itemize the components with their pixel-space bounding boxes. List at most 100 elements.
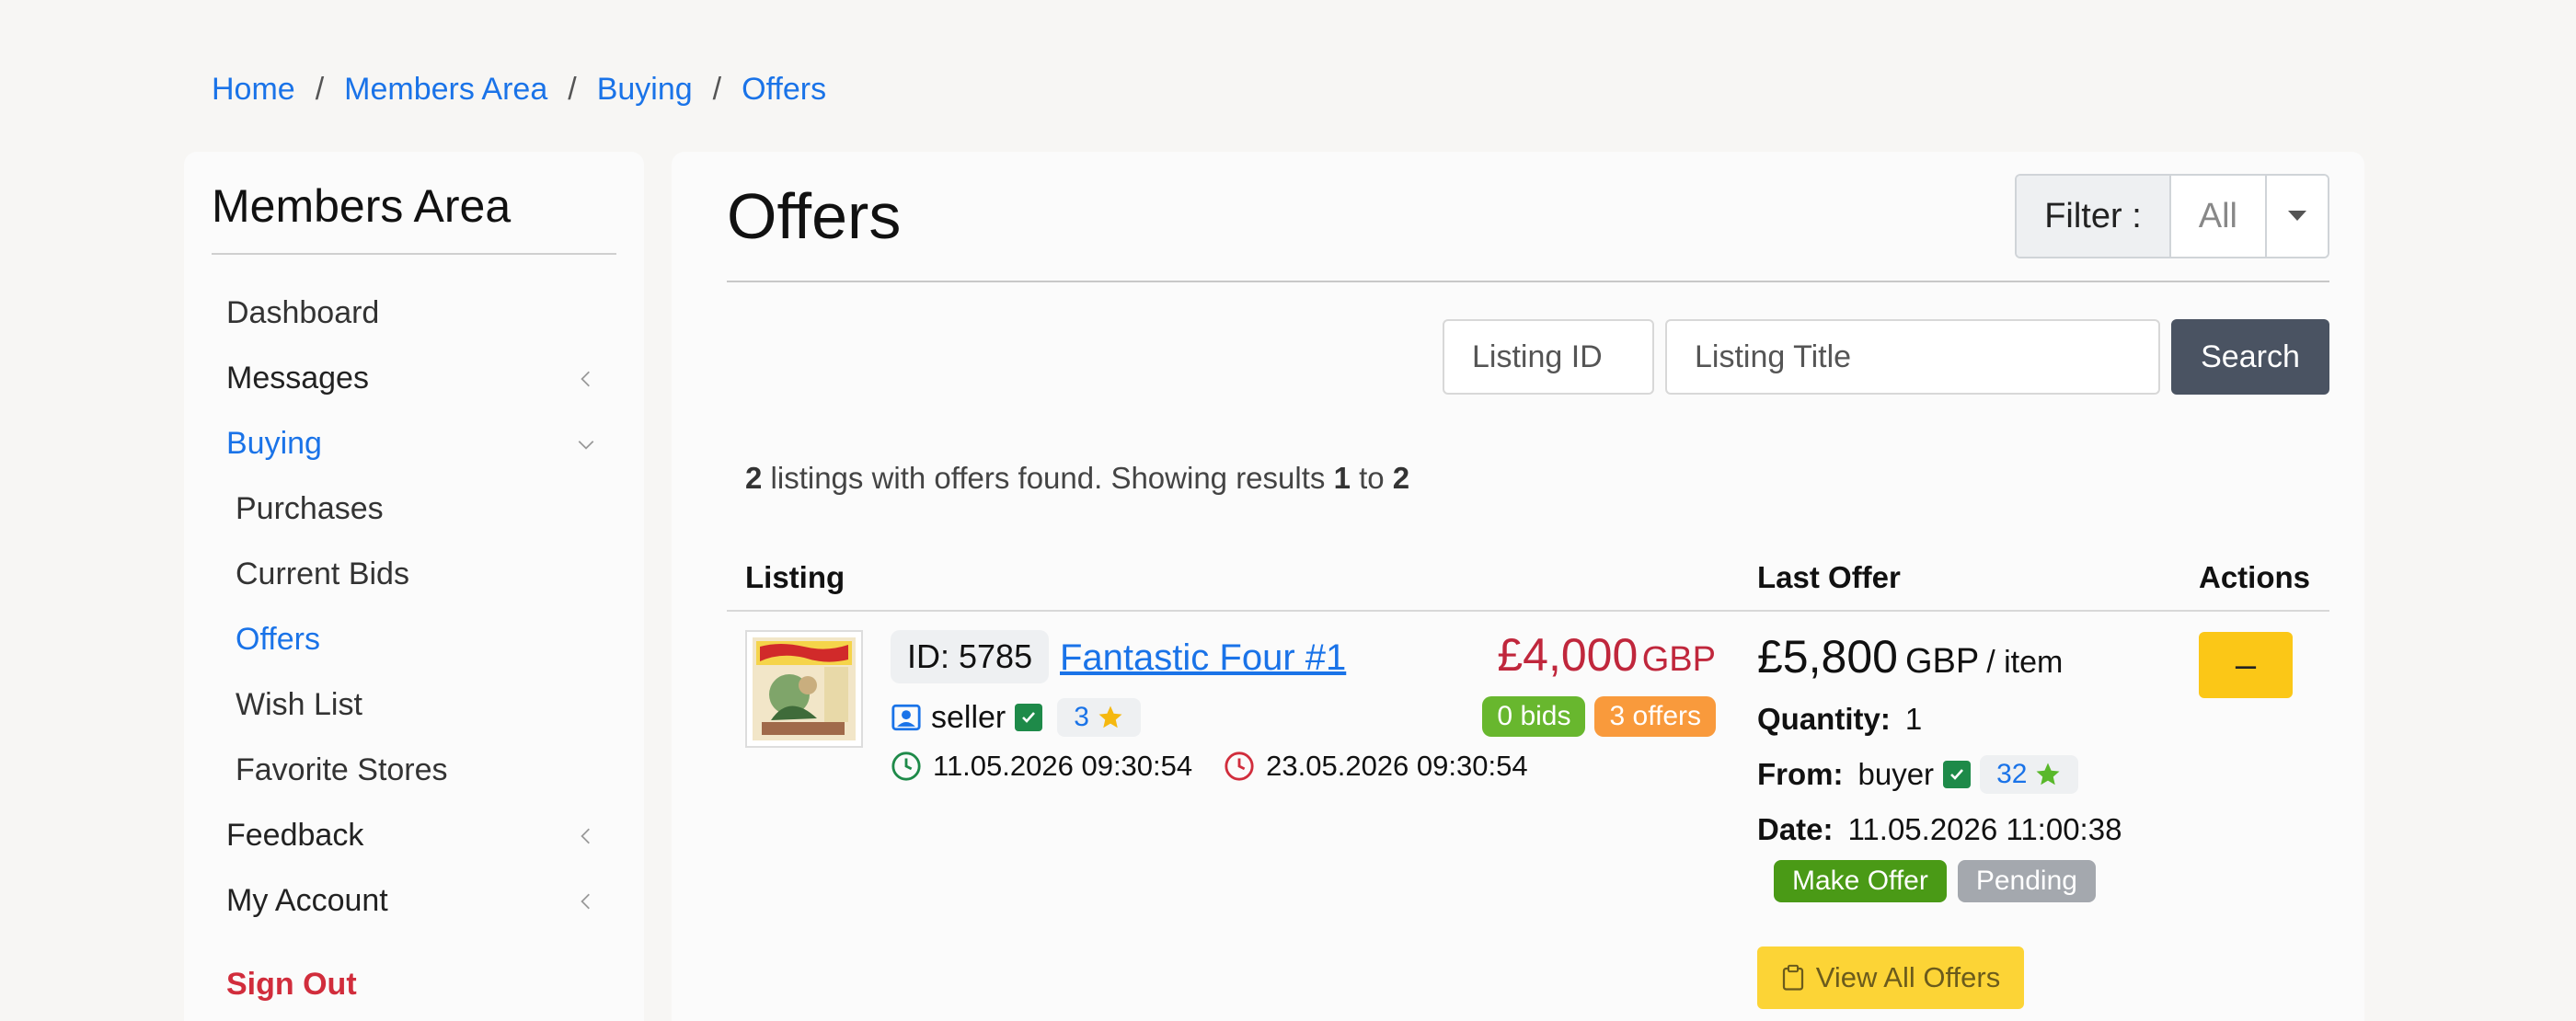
results-summary: 2 listings with offers found. Showing re…	[745, 461, 2329, 496]
listing-id-badge: ID: 5785	[891, 630, 1050, 683]
sidebar-item-feedback[interactable]: Feedback	[212, 803, 616, 868]
sidebar-item-sign-out[interactable]: Sign Out	[212, 952, 616, 1017]
breadcrumb-offers[interactable]: Offers	[742, 72, 826, 108]
offer-status-tags: Make Offer Pending	[1774, 860, 2122, 902]
sidebar-item-label: Feedback	[226, 818, 364, 853]
end-date: 23.05.2026 09:30:54	[1224, 750, 1528, 783]
filter-dropdown[interactable]: Filter : All	[2015, 174, 2329, 258]
offer-per-item: / item	[1986, 645, 2064, 680]
results-from: 1	[1333, 461, 1351, 495]
filter-value[interactable]: All	[2170, 176, 2267, 257]
table-header: Listing Last Offer Actions	[727, 560, 2329, 612]
listing-dates: 11.05.2026 09:30:54 23.05.2026 09:30:54	[891, 750, 1559, 783]
clipboard-icon	[1782, 964, 1803, 991]
column-header-last-offer: Last Offer	[1757, 560, 1901, 594]
breadcrumb-home[interactable]: Home	[212, 72, 295, 108]
seller-rating-badge[interactable]: 3	[1057, 698, 1141, 737]
sidebar-item-label: Buying	[226, 426, 322, 461]
offer-from: From: buyer 32	[1757, 755, 2122, 794]
breadcrumb-separator: /	[712, 72, 722, 107]
make-offer-badge: Make Offer	[1774, 860, 1947, 902]
results-text: to	[1350, 461, 1393, 495]
sidebar-item-label: Current Bids	[236, 556, 409, 591]
date-label: Date:	[1757, 812, 1834, 846]
buyer-rating-value: 32	[1996, 759, 2028, 789]
sidebar-item-label: Wish List	[236, 687, 362, 722]
comic-cover-image	[753, 637, 856, 740]
sidebar-title: Members Area	[212, 179, 616, 255]
offers-badge: 3 offers	[1594, 696, 1716, 737]
star-icon	[1098, 706, 1122, 728]
results-text: listings with offers found. Showing resu…	[762, 461, 1334, 495]
price-amount: £4,000	[1497, 629, 1639, 681]
sidebar-item-wish-list[interactable]: Wish List	[212, 672, 616, 738]
last-offer-cell: £5,800 GBP / item Quantity: 1 From: buye…	[1757, 630, 2122, 1009]
table-row: ID: 5785 Fantastic Four #1 £4,000 GBP se…	[727, 612, 2329, 1009]
buyer-name[interactable]: buyer	[1858, 757, 1935, 792]
star-icon	[2036, 763, 2060, 786]
chevron-left-icon	[581, 893, 590, 909]
sidebar-item-offers[interactable]: Offers	[212, 607, 616, 672]
offer-quantity: Quantity: 1	[1757, 702, 2122, 737]
sidebar: Members Area Dashboard Messages Buying P…	[184, 152, 644, 1021]
results-count: 2	[745, 461, 763, 495]
breadcrumb-buying[interactable]: Buying	[597, 72, 693, 108]
clock-start-icon	[891, 751, 921, 781]
offer-price: £5,800 GBP / item	[1757, 630, 2122, 683]
sidebar-item-current-bids[interactable]: Current Bids	[212, 542, 616, 607]
sidebar-item-buying[interactable]: Buying	[212, 411, 616, 476]
seller-line: seller 3	[891, 698, 1141, 737]
sidebar-item-purchases[interactable]: Purchases	[212, 476, 616, 542]
pending-badge: Pending	[1957, 860, 2096, 902]
user-icon	[891, 704, 921, 731]
end-date-value: 23.05.2026 09:30:54	[1266, 750, 1528, 782]
offer-amount: £5,800	[1757, 631, 1898, 683]
view-all-offers-button[interactable]: View All Offers	[1757, 946, 2024, 1009]
listing-pills: 0 bids 3 offers	[1458, 696, 1716, 737]
search-button[interactable]: Search	[2171, 319, 2329, 395]
quantity-value: 1	[1904, 702, 1923, 736]
chevron-left-icon	[581, 828, 590, 843]
sidebar-item-my-account[interactable]: My Account	[212, 868, 616, 934]
collapse-action-button[interactable]: –	[2199, 632, 2293, 698]
listing-thumbnail[interactable]	[745, 630, 863, 748]
main-panel: Offers Filter : All Search 2 listings wi…	[672, 152, 2364, 1021]
offer-currency: GBP	[1904, 642, 1980, 681]
filter-toggle-button[interactable]	[2267, 176, 2328, 257]
view-all-offers-label: View All Offers	[1815, 961, 2001, 993]
breadcrumb: Home / Members Area / Buying / Offers	[212, 72, 826, 108]
offer-date-value: 11.05.2026 11:00:38	[1847, 812, 2122, 846]
quantity-label: Quantity:	[1757, 702, 1891, 736]
buyer-rating-badge[interactable]: 32	[1980, 755, 2079, 794]
sidebar-item-label: Dashboard	[226, 295, 380, 330]
listing-title-input[interactable]	[1665, 319, 2160, 395]
title-row: Offers Filter : All	[727, 152, 2329, 282]
offer-date: Date: 11.05.2026 11:00:38	[1757, 812, 2122, 847]
search-row: Search	[727, 319, 2329, 395]
start-date: 11.05.2026 09:30:54	[891, 750, 1192, 783]
sidebar-item-dashboard[interactable]: Dashboard	[212, 281, 616, 346]
sidebar-item-label: My Account	[226, 883, 388, 918]
page-title: Offers	[727, 180, 902, 252]
sidebar-item-label: Purchases	[236, 491, 384, 526]
column-header-actions: Actions	[2199, 560, 2311, 594]
price-currency: GBP	[1641, 640, 1716, 679]
seller-name[interactable]: seller	[931, 700, 1006, 736]
breadcrumb-members-area[interactable]: Members Area	[344, 72, 547, 108]
sidebar-item-label: Offers	[236, 622, 320, 657]
results-to: 2	[1392, 461, 1410, 495]
sidebar-nav: Dashboard Messages Buying Purchases Curr…	[212, 281, 616, 1017]
listing-id-input[interactable]	[1443, 319, 1654, 395]
listing-title-link[interactable]: Fantastic Four #1	[1060, 637, 1346, 679]
breadcrumb-separator: /	[568, 72, 577, 107]
from-label: From:	[1757, 757, 1844, 791]
seller-rating-value: 3	[1074, 702, 1089, 732]
bids-badge: 0 bids	[1482, 696, 1586, 737]
start-date-value: 11.05.2026 09:30:54	[933, 750, 1193, 782]
verified-check-icon	[1015, 704, 1043, 731]
listing-price: £4,000 GBP	[1495, 628, 1716, 682]
clock-end-icon	[1225, 751, 1254, 781]
sidebar-item-label: Messages	[226, 361, 369, 396]
sidebar-item-favorite-stores[interactable]: Favorite Stores	[212, 738, 616, 803]
sidebar-item-messages[interactable]: Messages	[212, 346, 616, 411]
